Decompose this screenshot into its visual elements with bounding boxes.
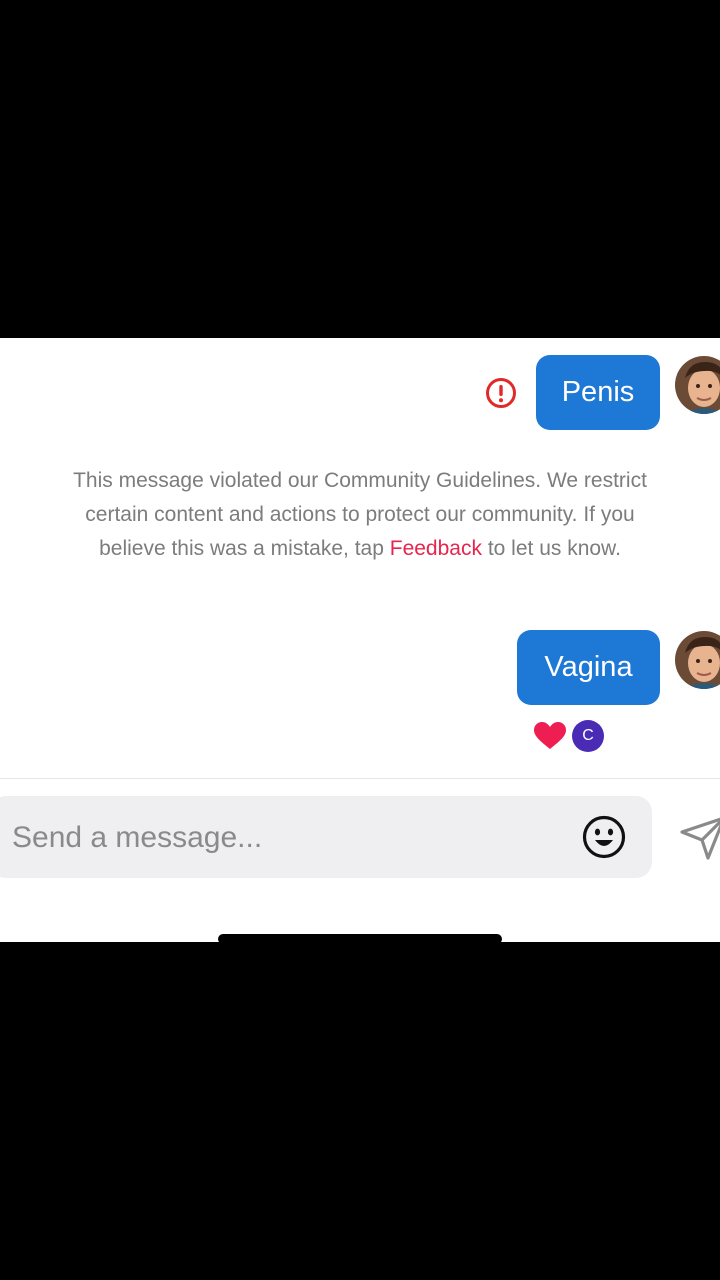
guidelines-notice: This message violated our Community Guid… [60, 464, 660, 566]
user-avatar[interactable] [675, 631, 720, 689]
chat-screen: Penis This message violated our Communit… [0, 338, 720, 942]
divider [0, 778, 720, 779]
heart-icon [534, 722, 566, 749]
user-avatar[interactable] [675, 356, 720, 414]
message-text: Vagina [544, 651, 633, 683]
message-input[interactable] [10, 796, 554, 880]
reaction-user-badge: C [572, 720, 604, 752]
message-reactions[interactable]: C [534, 720, 604, 752]
home-indicator[interactable] [218, 934, 502, 944]
emoji-icon[interactable] [582, 815, 626, 859]
notice-text-end: to let us know. [487, 537, 621, 560]
message-bubble-flagged[interactable]: Penis [536, 355, 660, 430]
message-text: Penis [561, 376, 635, 408]
message-bubble[interactable]: Vagina [517, 630, 660, 705]
feedback-link[interactable]: Feedback [390, 537, 482, 560]
warning-icon[interactable] [485, 377, 517, 409]
send-icon[interactable] [678, 812, 720, 860]
message-composer [0, 796, 652, 880]
